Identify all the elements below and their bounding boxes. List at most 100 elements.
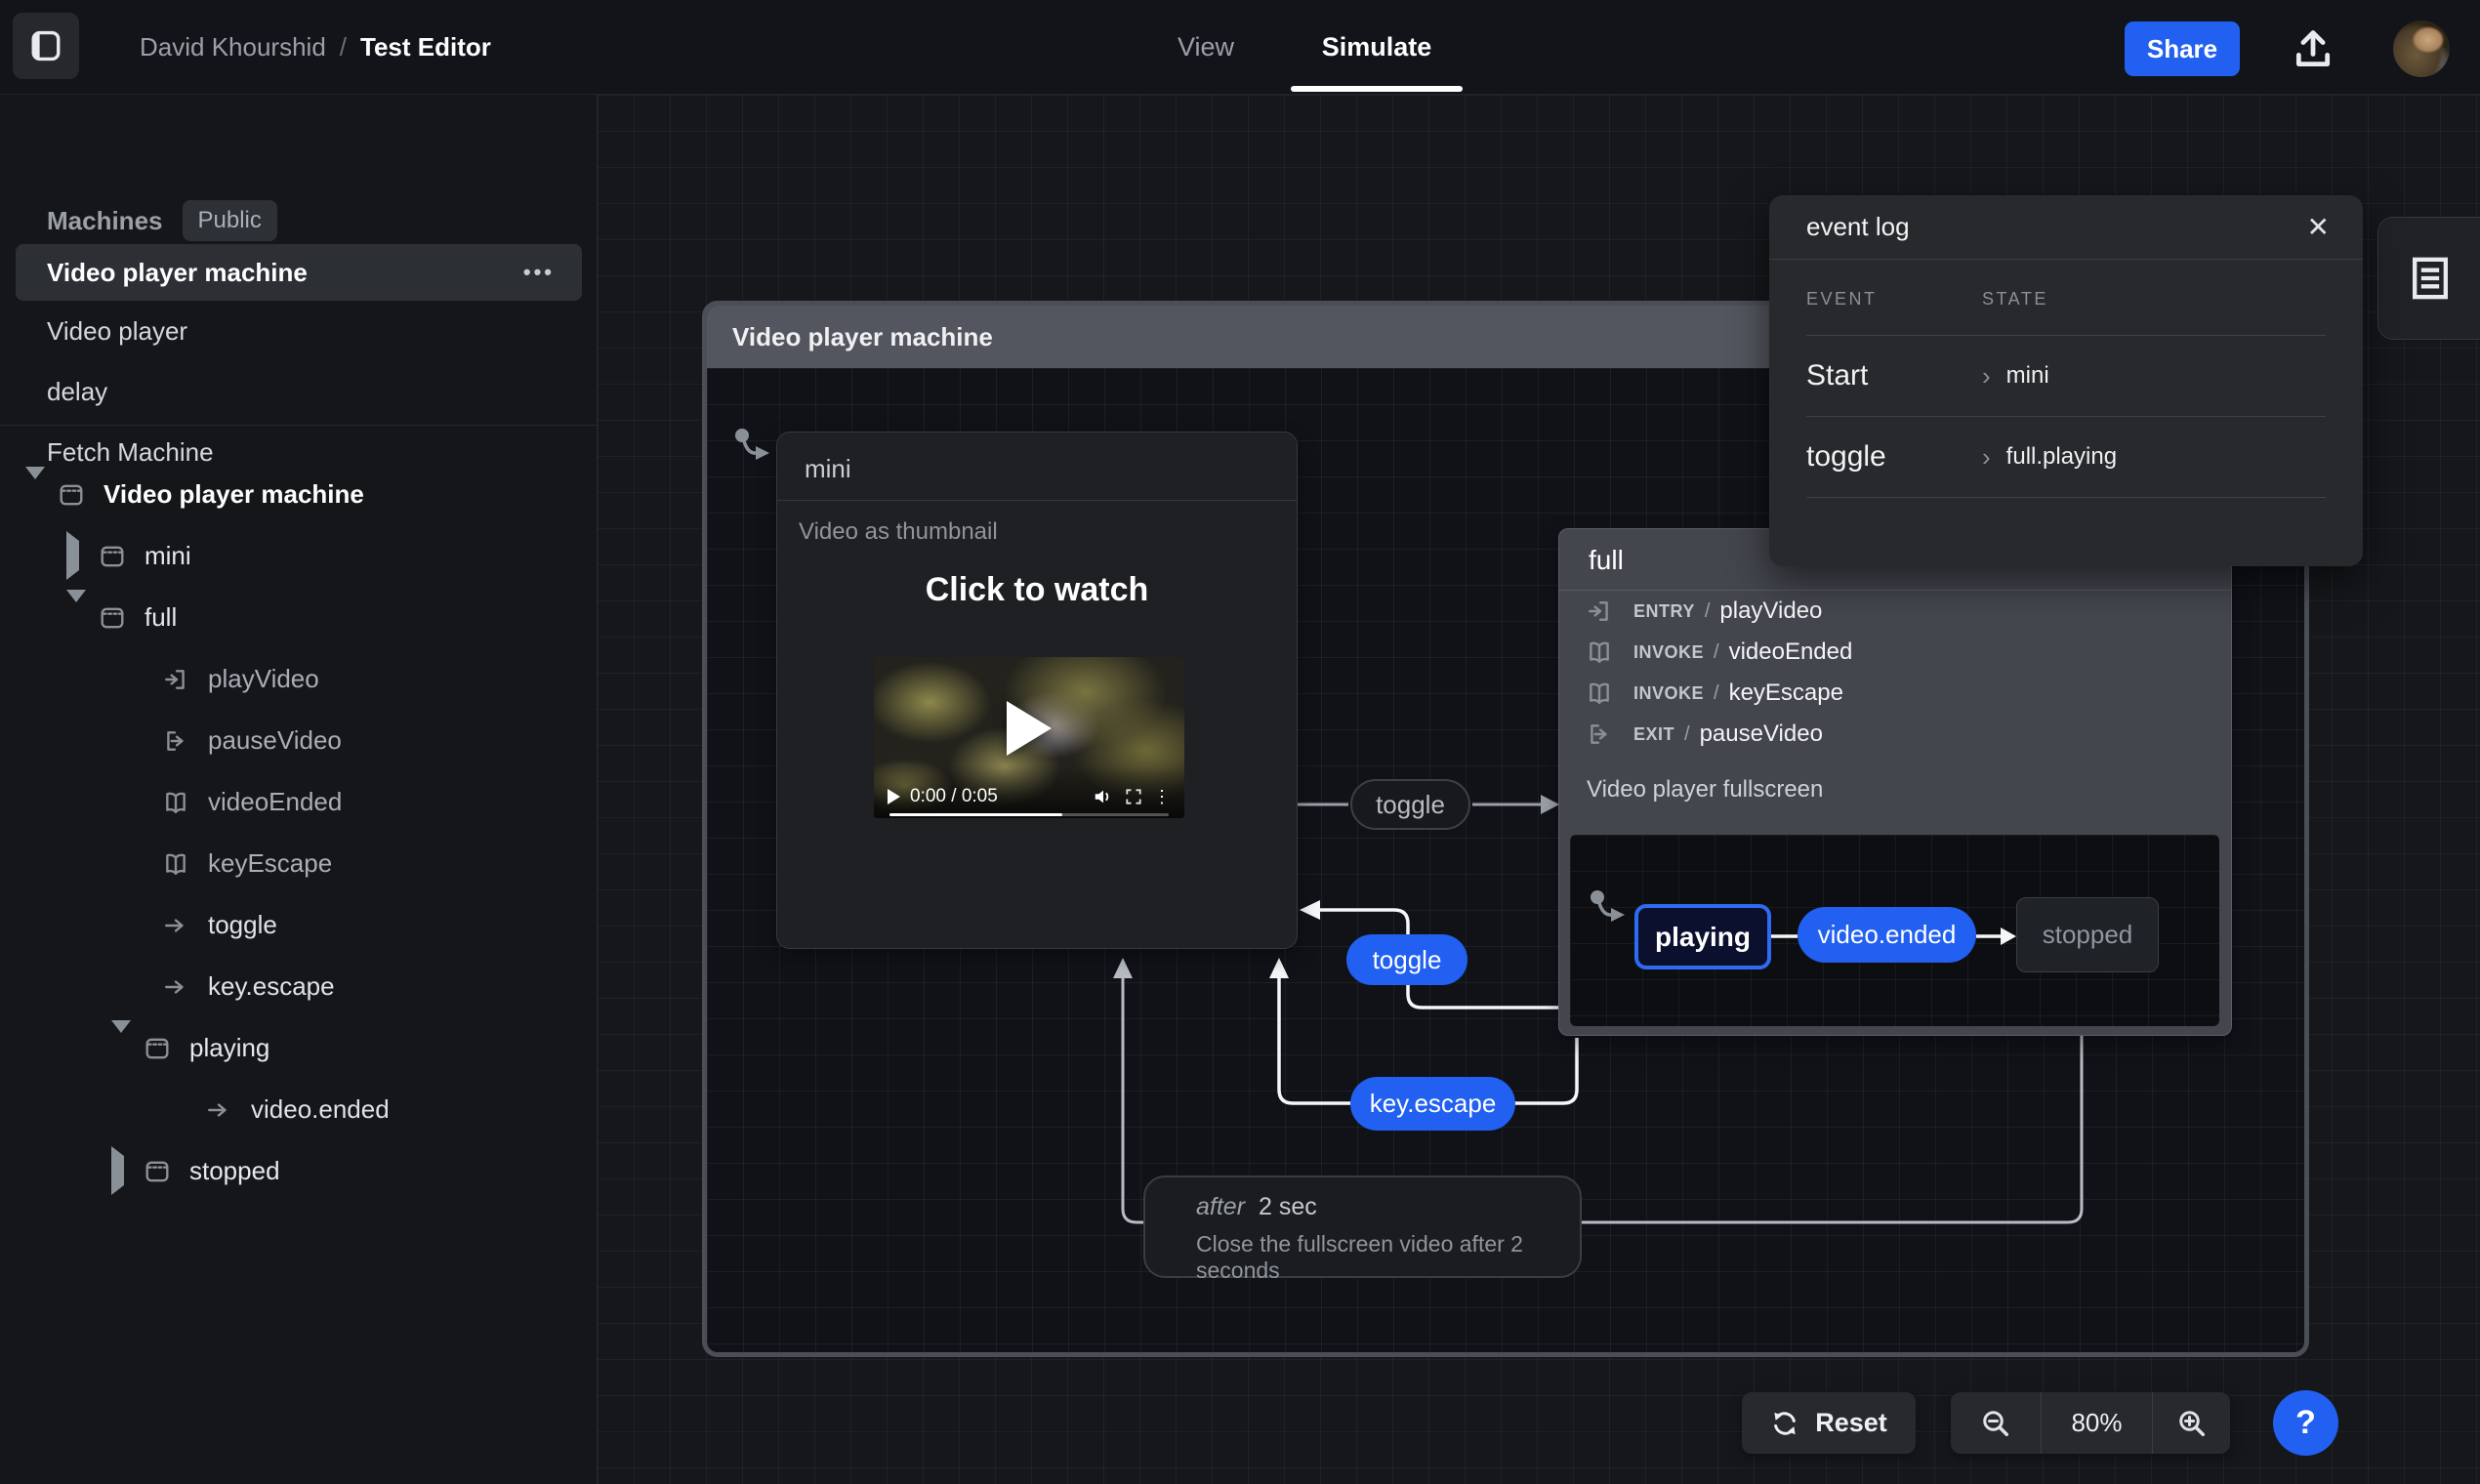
transition-toggle-to-full[interactable]: toggle <box>1350 779 1470 830</box>
machine-item-selected[interactable]: Video player machine ••• <box>16 244 582 301</box>
video-progress-bar[interactable] <box>889 813 1169 816</box>
action-kind: ENTRY <box>1633 601 1695 622</box>
state-description: Video as thumbnail <box>777 501 1297 546</box>
invoke-icon <box>1587 639 1612 665</box>
machines-title: Machines <box>47 206 163 236</box>
state-title[interactable]: mini <box>777 433 1297 484</box>
event-name: toggle <box>1806 440 1982 474</box>
active-tab-underline <box>1291 86 1463 92</box>
invoke-icon <box>1587 680 1612 706</box>
caret-down-icon[interactable] <box>25 479 43 510</box>
event-arrow-icon <box>163 913 188 938</box>
action-separator: / <box>1714 682 1719 705</box>
breadcrumb-separator: / <box>340 32 347 62</box>
event-log-title: event log <box>1806 212 2307 242</box>
close-icon[interactable]: ✕ <box>2307 214 2330 241</box>
tab-view[interactable]: View <box>1133 0 1279 95</box>
caret-down-icon[interactable] <box>111 1033 129 1063</box>
refresh-icon <box>1770 1409 1799 1438</box>
tree-item-pausevideo[interactable]: pauseVideo <box>0 710 598 771</box>
breadcrumb-project-title[interactable]: Test Editor <box>360 32 491 62</box>
zoom-level[interactable]: 80% <box>2041 1392 2153 1454</box>
tree-item-label: mini <box>145 541 191 571</box>
machine-menu-button[interactable]: ••• <box>523 260 555 285</box>
state-icon <box>100 544 125 569</box>
tree-item-full[interactable]: full <box>0 587 598 648</box>
tree-item-stopped[interactable]: stopped <box>0 1140 598 1202</box>
invoke-row[interactable]: INVOKE / keyEscape <box>1559 673 2231 714</box>
event-log-row[interactable]: Start › mini <box>1769 336 2363 416</box>
video-player[interactable]: 0:00 / 0:05 ⋮ <box>874 657 1184 818</box>
chevron-right-icon: › <box>1982 442 1991 473</box>
action-separator: / <box>1705 600 1711 623</box>
state-node-mini[interactable]: mini Video as thumbnail Click to watch 0… <box>776 432 1298 949</box>
invoke-row[interactable]: INVOKE / videoEnded <box>1559 632 2231 673</box>
tree-item-label: keyEscape <box>208 848 332 879</box>
avatar[interactable] <box>2393 21 2450 77</box>
transition-key-escape[interactable]: key.escape <box>1350 1077 1515 1131</box>
share-button[interactable]: Share <box>2125 21 2240 76</box>
tree-item-playing[interactable]: playing <box>0 1017 598 1079</box>
machine-item-label: Video player machine <box>47 258 308 288</box>
exit-action-icon <box>1587 721 1612 747</box>
action-separator: / <box>1684 723 1690 746</box>
caret-down-icon[interactable] <box>66 602 84 633</box>
event-log-row[interactable]: toggle › full.playing <box>1769 417 2363 497</box>
action-separator: / <box>1714 641 1719 664</box>
zoom-in-icon <box>2177 1409 2207 1438</box>
state-tree: Video player machine mini full playVideo… <box>0 464 598 1202</box>
tree-item-label: Video player machine <box>103 479 364 510</box>
breadcrumb: David Khourshid / Test Editor <box>140 0 491 95</box>
transition-after-2sec[interactable]: after 2 sec Close the fullscreen video a… <box>1143 1175 1582 1278</box>
state-node-full[interactable]: full ENTRY / playVideo INVOKE / videoEnd… <box>1558 528 2232 1036</box>
tree-item-label: stopped <box>189 1156 280 1186</box>
breadcrumb-user[interactable]: David Khourshid <box>140 32 326 62</box>
event-arrow-icon <box>163 974 188 1000</box>
sidebar: Machines Public Video player machine •••… <box>0 95 598 1484</box>
initial-state-marker <box>734 428 771 461</box>
machine-item[interactable]: Video player <box>0 301 598 361</box>
divider <box>1806 497 2326 498</box>
export-button[interactable] <box>2285 23 2341 74</box>
sidebar-toggle-button[interactable] <box>13 13 79 79</box>
reset-button[interactable]: Reset <box>1742 1392 1916 1454</box>
state-node-stopped[interactable]: stopped <box>2016 897 2159 972</box>
chevron-right-icon: › <box>1982 361 1991 392</box>
video-play-button[interactable] <box>888 789 900 804</box>
initial-state-marker <box>1590 889 1627 923</box>
tree-item-playvideo[interactable]: playVideo <box>0 648 598 710</box>
tree-item-mini[interactable]: mini <box>0 525 598 587</box>
tree-item-keyescape[interactable]: keyEscape <box>0 833 598 894</box>
tree-item-label: key.escape <box>208 971 335 1002</box>
tree-item-videoended-event[interactable]: video.ended <box>0 1079 598 1140</box>
tab-simulate[interactable]: Simulate <box>1289 0 1465 95</box>
tree-item-videoended[interactable]: videoEnded <box>0 771 598 833</box>
video-play-icon[interactable] <box>1007 701 1052 756</box>
zoom-out-button[interactable] <box>1951 1392 2041 1454</box>
video-menu-icon[interactable]: ⋮ <box>1153 787 1171 807</box>
after-delay: 2 sec <box>1259 1193 1317 1221</box>
exit-action-icon <box>163 728 188 754</box>
tree-item-toggle-event[interactable]: toggle <box>0 894 598 956</box>
entry-action-row[interactable]: ENTRY / playVideo <box>1559 591 2231 632</box>
tree-item-root[interactable]: Video player machine <box>0 464 598 525</box>
transition-video-ended[interactable]: video.ended <box>1798 907 1976 963</box>
transition-toggle-to-mini[interactable]: toggle <box>1346 934 1467 985</box>
tree-item-label: toggle <box>208 910 277 940</box>
fullscreen-icon[interactable] <box>1124 787 1143 806</box>
zoom-controls: 80% <box>1951 1392 2230 1454</box>
zoom-in-button[interactable] <box>2153 1392 2230 1454</box>
invoke-icon <box>163 851 188 877</box>
help-button[interactable]: ? <box>2273 1390 2338 1456</box>
exit-action-row[interactable]: EXIT / pauseVideo <box>1559 714 2231 755</box>
caret-right-icon[interactable] <box>111 1156 129 1186</box>
action-name: videoEnded <box>1729 639 1853 666</box>
volume-icon[interactable] <box>1093 786 1114 807</box>
tree-item-keyescape-event[interactable]: key.escape <box>0 956 598 1017</box>
tree-item-label: pauseVideo <box>208 725 342 756</box>
docs-panel-button[interactable] <box>2377 217 2480 340</box>
machine-item[interactable]: delay <box>0 361 598 422</box>
caret-right-icon[interactable] <box>66 541 84 571</box>
state-node-playing-active[interactable]: playing <box>1634 904 1771 969</box>
entry-action-icon <box>163 667 188 692</box>
